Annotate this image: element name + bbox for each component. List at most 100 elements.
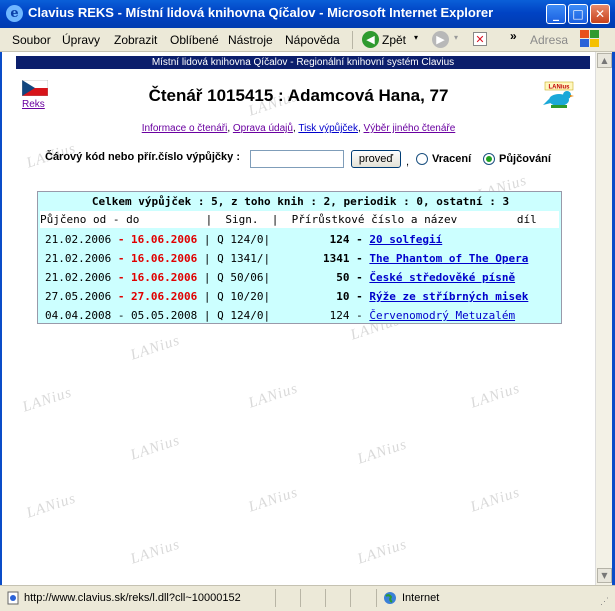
loans-panel: Celkem výpůjček : 5, z toho knih : 2, pe… xyxy=(37,191,562,324)
back-label: Zpět xyxy=(382,33,407,47)
watermark: LANius xyxy=(24,490,79,522)
minimize-button[interactable]: _ xyxy=(546,4,566,24)
watermark: LANius xyxy=(355,536,410,568)
cell-date-to: 16.06.2006 xyxy=(131,233,198,246)
comma-separator: , xyxy=(406,156,410,168)
loans-table-header: Půjčeno od - do | Sign. | Přírůstkové čí… xyxy=(40,211,559,228)
cell-date-from: 27.05.2006 xyxy=(45,290,112,303)
svg-text:LANius: LANius xyxy=(549,85,571,91)
status-url: http://www.clavius.sk/reks/l.dll?cll~100… xyxy=(24,592,241,604)
cell-date-to: 16.06.2006 xyxy=(131,271,198,284)
cell-title[interactable]: Červenomodrý Metuzalém xyxy=(369,306,515,325)
link-select-other-reader[interactable]: Výběr jiného čtenáře xyxy=(364,123,456,134)
status-bar: http://www.clavius.sk/reks/l.dll?cll~100… xyxy=(0,585,615,611)
forward-arrow-icon[interactable]: ▶ xyxy=(432,31,449,48)
menu-oblibene[interactable]: Oblíbené xyxy=(170,33,219,47)
cell-accession: 50 xyxy=(336,271,350,284)
address-label[interactable]: Adresa xyxy=(530,33,568,47)
toolbar-separator xyxy=(352,31,353,49)
cell-accession: 124 xyxy=(329,309,350,322)
cell-date-to: 16.06.2006 xyxy=(131,252,198,265)
cell-accession: 1341 xyxy=(323,252,350,265)
menu-nastroje[interactable]: Nástroje xyxy=(228,33,273,47)
barcode-input[interactable] xyxy=(250,150,344,168)
table-row: 21.02.2006-16.06.2006 | Q 50/06| 50- České … xyxy=(40,268,559,287)
back-arrow-icon: ◀ xyxy=(362,31,379,48)
table-row: 21.02.2006-16.06.2006 | Q 124/0| 124-20 so… xyxy=(40,230,559,249)
table-row: 21.02.2006-16.06.2006 | Q 1341/| 1341- The … xyxy=(40,249,559,268)
cell-separator: - xyxy=(117,271,125,284)
cell-separator: - xyxy=(117,233,125,246)
watermark: LANius xyxy=(355,436,410,468)
watermark: LANius xyxy=(20,384,75,416)
cell-title[interactable]: Rýže ze stříbrných misek xyxy=(369,287,528,306)
watermark: LANius xyxy=(468,380,523,412)
ie-icon: e xyxy=(6,5,23,22)
cell-separator: - xyxy=(117,309,125,322)
stop-icon[interactable]: ✕ xyxy=(473,32,487,46)
submit-button[interactable]: proveď xyxy=(351,150,401,168)
table-row: 27.05.2006-27.06.2006 | Q 10/20| 10- Rýže z… xyxy=(40,287,559,306)
cell-signature: | Q 124/0| xyxy=(203,309,271,322)
cell-title[interactable]: České středověké písně xyxy=(369,268,515,287)
menu-zobrazit[interactable]: Zobrazit xyxy=(114,33,157,47)
watermark: LANius xyxy=(246,484,301,516)
back-dropdown-icon[interactable]: ▾ xyxy=(414,33,418,42)
watermark: LANius xyxy=(128,536,183,568)
cell-separator: - xyxy=(356,290,363,303)
radio-borrow-label[interactable]: Půjčování xyxy=(499,153,551,165)
cell-title[interactable]: 20 solfegií xyxy=(369,230,442,249)
vertical-scrollbar[interactable]: ▲ ▼ xyxy=(595,52,612,585)
window-title-bar[interactable]: e Clavius REKS - Místní lidová knihovna … xyxy=(0,0,615,28)
scroll-down-arrow-icon[interactable]: ▼ xyxy=(597,568,612,583)
cell-title[interactable]: The Phantom of The Opera xyxy=(369,249,528,268)
radio-return[interactable] xyxy=(416,153,428,165)
cell-date-from: 21.02.2006 xyxy=(45,233,112,246)
reader-title: Čtenář 1015415 : Adamcová Hana, 77 xyxy=(148,86,449,105)
close-button[interactable]: ✕ xyxy=(590,4,610,24)
cell-separator: - xyxy=(117,290,125,303)
internet-globe-icon xyxy=(384,592,396,604)
cell-separator: - xyxy=(356,309,363,322)
watermark: LANius xyxy=(246,380,301,412)
scroll-up-arrow-icon[interactable]: ▲ xyxy=(597,53,612,68)
barcode-label: Čárový kód nebo přír.číslo výpůjčky : xyxy=(45,151,241,163)
cell-separator: - xyxy=(117,252,125,265)
radio-return-label[interactable]: Vracení xyxy=(432,153,471,165)
cell-separator: - xyxy=(356,252,363,265)
library-header-band: Místní lidová knihovna Qíčalov - Regioná… xyxy=(16,56,590,69)
menu-upravy[interactable]: Úpravy xyxy=(62,33,100,47)
cell-signature: | Q 10/20| xyxy=(203,290,271,303)
windows-logo-icon xyxy=(580,30,602,50)
watermark: LANius xyxy=(128,432,183,464)
cell-signature: | Q 1341/| xyxy=(203,252,271,265)
toolbar-chevron-icon[interactable]: » xyxy=(510,29,517,43)
menu-bar: Soubor Úpravy Zobrazit Oblíbené Nástroje… xyxy=(0,28,615,52)
link-edit-data[interactable]: Oprava údajů xyxy=(233,123,293,134)
resize-grip-icon[interactable]: ⋰ xyxy=(600,596,609,607)
page-icon xyxy=(7,591,19,605)
cell-date-to: 27.06.2006 xyxy=(131,290,198,303)
cell-accession: 10 xyxy=(336,290,350,303)
cell-date-to: 05.05.2008 xyxy=(131,309,198,322)
menu-soubor[interactable]: Soubor xyxy=(12,33,51,47)
status-divider xyxy=(300,589,301,607)
link-print-loans[interactable]: Tisk výpůjček xyxy=(298,123,358,134)
window-title: Clavius REKS - Místní lidová knihovna Qí… xyxy=(28,5,494,20)
table-row: 04.04.2008-05.05.2008 | Q 124/0| 124- Červe… xyxy=(40,306,559,325)
cell-separator: - xyxy=(356,271,363,284)
lanius-logo-icon[interactable]: LANius xyxy=(543,79,575,111)
status-divider xyxy=(325,589,326,607)
cell-signature: | Q 50/06| xyxy=(203,271,271,284)
link-reader-info[interactable]: Informace o čtenáři xyxy=(142,123,228,134)
menu-napoveda[interactable]: Nápověda xyxy=(285,33,340,47)
reader-action-links: Informace o čtenáři, Oprava údajů, Tisk … xyxy=(141,123,456,134)
radio-borrow[interactable] xyxy=(483,153,495,165)
cell-signature: | Q 124/0| xyxy=(203,233,271,246)
status-divider xyxy=(376,589,377,607)
loans-summary: Celkem výpůjček : 5, z toho knih : 2, pe… xyxy=(91,195,510,208)
maximize-button[interactable]: □ xyxy=(568,4,588,24)
forward-dropdown-icon[interactable]: ▾ xyxy=(454,33,458,42)
cell-date-from: 21.02.2006 xyxy=(45,271,112,284)
status-divider xyxy=(275,589,276,607)
